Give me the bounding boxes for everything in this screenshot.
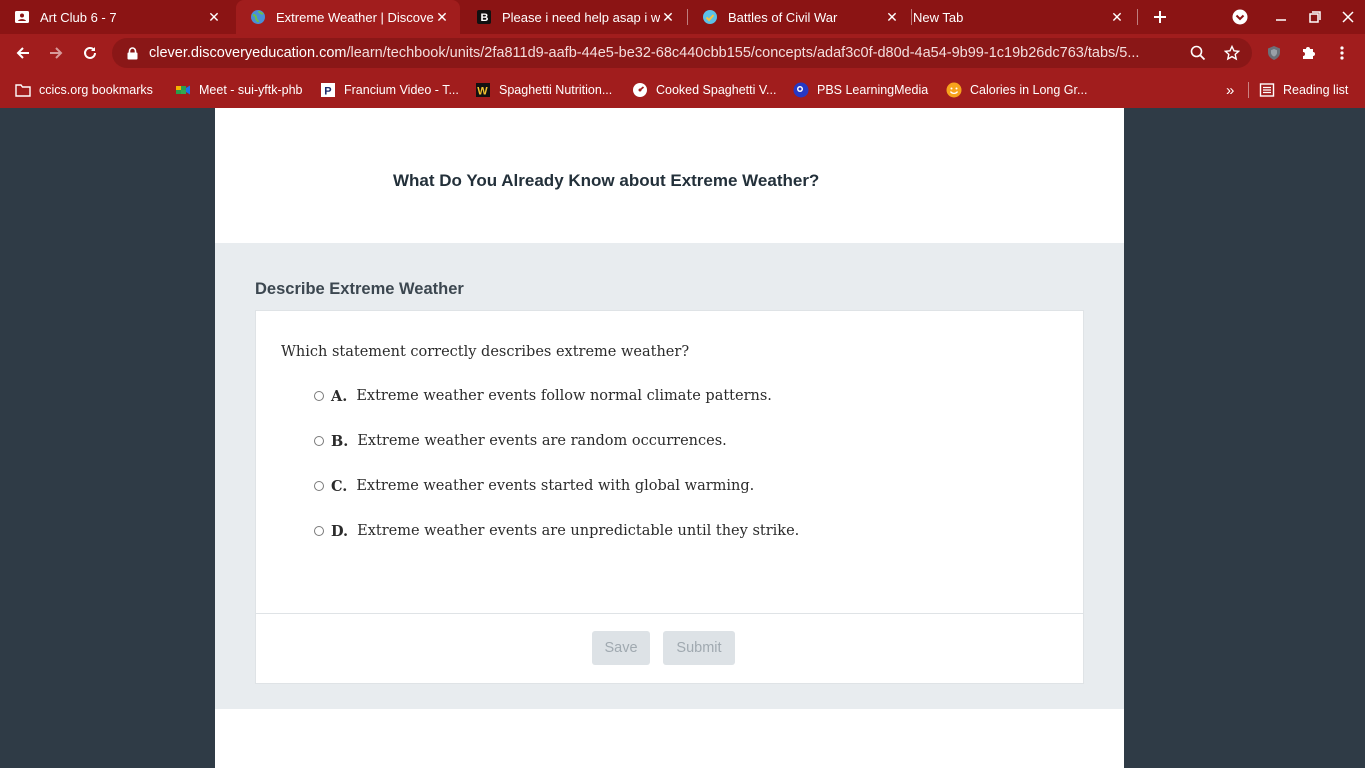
bookmarks-separator — [1248, 82, 1249, 98]
close-icon[interactable]: ✕ — [206, 9, 222, 25]
bookmark-meet[interactable]: Meet - sui-yftk-phb — [175, 80, 303, 100]
tab-title: Extreme Weather | Discovery — [276, 9, 434, 25]
w-logo-icon: W — [475, 82, 491, 98]
answer-choice-c[interactable]: C. Extreme weather events started with g… — [314, 476, 754, 496]
bookmark-label: Cooked Spaghetti V... — [656, 83, 777, 97]
restore-icon[interactable] — [1298, 0, 1332, 34]
choice-text: Extreme weather events started with glob… — [356, 478, 755, 494]
bookmark-calories[interactable]: Calories in Long Gr... — [946, 80, 1087, 100]
submit-button[interactable]: Submit — [663, 631, 735, 665]
new-tab-button[interactable] — [1143, 0, 1177, 34]
choice-text: Extreme weather events follow normal cli… — [356, 388, 772, 404]
address-bar[interactable]: clever.discoveryeducation.com/learn/tech… — [112, 38, 1252, 68]
reading-list-label: Reading list — [1283, 83, 1349, 97]
tab-title: Please i need help asap i will — [502, 9, 660, 25]
tab-title: Art Club 6 - 7 — [40, 9, 117, 25]
globe-icon — [250, 9, 266, 25]
answer-choice-d[interactable]: D. Extreme weather events are unpredicta… — [314, 521, 799, 541]
menu-kebab-icon[interactable] — [1327, 38, 1357, 68]
tab-civil-war[interactable]: Battles of Civil War ✕ — [688, 0, 910, 34]
svg-text:B: B — [481, 12, 489, 24]
choice-letter: C. — [331, 477, 348, 495]
tab-search-icon[interactable] — [1223, 0, 1257, 34]
bookmark-cooked-spaghetti[interactable]: Cooked Spaghetti V... — [632, 80, 776, 100]
close-icon[interactable]: ✕ — [434, 9, 450, 25]
speedometer-icon — [632, 82, 648, 98]
radio-button[interactable] — [314, 391, 324, 401]
tab-brainly[interactable]: B Please i need help asap i will ✕ — [462, 0, 686, 34]
tab-strip: Art Club 6 - 7 ✕ Extreme Weather | Disco… — [0, 0, 1365, 34]
tab-new-tab[interactable]: New Tab ✕ — [899, 0, 1135, 34]
url-text[interactable]: clever.discoveryeducation.com/learn/tech… — [149, 45, 1177, 61]
browser-toolbar: clever.discoveryeducation.com/learn/tech… — [0, 34, 1365, 72]
bookmark-label: Francium Video - T... — [344, 83, 459, 97]
page-content: What Do You Already Know about Extreme W… — [215, 108, 1124, 768]
next-section-panel — [215, 709, 1124, 768]
bookmark-label: Spaghetti Nutrition... — [499, 83, 613, 97]
choice-text: Extreme weather events are random occurr… — [357, 433, 727, 449]
shield-extension-icon[interactable] — [1259, 38, 1289, 68]
tab-extreme-weather[interactable]: Extreme Weather | Discovery ✕ — [236, 0, 460, 34]
close-icon[interactable]: ✕ — [1109, 9, 1125, 25]
bookmark-francium[interactable]: P Francium Video - T... — [320, 80, 459, 100]
tab-title: New Tab — [913, 9, 964, 25]
reading-list-icon — [1259, 82, 1275, 98]
radio-button[interactable] — [314, 436, 324, 446]
pbs-icon — [793, 82, 809, 98]
radio-button[interactable] — [314, 481, 324, 491]
classroom-icon — [14, 9, 30, 25]
choice-letter: B. — [331, 432, 349, 450]
meet-icon — [175, 82, 191, 98]
card-footer: Save Submit — [256, 613, 1083, 684]
save-button[interactable]: Save — [592, 631, 650, 665]
radio-button[interactable] — [314, 526, 324, 536]
svg-text:W: W — [477, 86, 488, 98]
svg-text:P: P — [324, 86, 331, 98]
extensions-puzzle-icon[interactable] — [1293, 38, 1323, 68]
tab-title: Battles of Civil War — [728, 9, 838, 25]
tab-separator — [1137, 9, 1138, 25]
choice-text: Extreme weather events are unpredictable… — [357, 523, 800, 539]
check-badge-icon — [702, 9, 718, 25]
p-logo-icon: P — [320, 82, 336, 98]
zoom-icon[interactable] — [1183, 38, 1213, 68]
url-host: clever.discoveryeducation.com — [149, 45, 347, 61]
tab-art-club[interactable]: Art Club 6 - 7 ✕ — [0, 0, 232, 34]
answer-choice-b[interactable]: B. Extreme weather events are random occ… — [314, 431, 727, 451]
overflow-chevron: » — [1226, 81, 1235, 99]
close-icon[interactable]: ✕ — [884, 9, 900, 25]
forward-arrow-icon[interactable] — [41, 38, 71, 68]
back-arrow-icon[interactable] — [8, 38, 38, 68]
url-path: /learn/techbook/units/2fa811d9-aafb-44e5… — [346, 45, 1140, 61]
bookmarks-bar: ccics.org bookmarks Meet - sui-yftk-phb … — [0, 72, 1365, 108]
section-title: Describe Extreme Weather — [255, 280, 464, 298]
question-card: Which statement correctly describes extr… — [255, 310, 1084, 684]
bookmark-ccics[interactable]: ccics.org bookmarks — [15, 80, 153, 100]
choice-letter: D. — [331, 522, 349, 540]
window-close-icon[interactable] — [1331, 0, 1365, 34]
answer-choice-a[interactable]: A. Extreme weather events follow normal … — [314, 386, 772, 406]
page-title: What Do You Already Know about Extreme W… — [393, 171, 820, 190]
smiley-icon — [946, 82, 962, 98]
page-header: What Do You Already Know about Extreme W… — [215, 108, 1124, 243]
bookmark-label: PBS LearningMedia — [817, 83, 929, 97]
reading-list-button[interactable]: Reading list — [1259, 80, 1348, 100]
bookmark-star-icon[interactable] — [1217, 38, 1247, 68]
minimize-icon[interactable] — [1264, 0, 1298, 34]
folder-icon — [15, 82, 31, 98]
lock-icon[interactable] — [126, 46, 138, 60]
close-icon[interactable]: ✕ — [660, 9, 676, 25]
bookmark-label: Calories in Long Gr... — [970, 83, 1088, 97]
choice-letter: A. — [331, 387, 348, 405]
question-text: Which statement correctly describes extr… — [281, 344, 690, 360]
bookmarks-overflow-button[interactable]: » — [1226, 80, 1234, 100]
bookmark-label: ccics.org bookmarks — [39, 83, 153, 97]
bookmark-pbs[interactable]: PBS LearningMedia — [793, 80, 928, 100]
bookmark-label: Meet - sui-yftk-phb — [199, 83, 303, 97]
bookmark-spaghetti-nutrition[interactable]: W Spaghetti Nutrition... — [475, 80, 612, 100]
reload-icon[interactable] — [75, 38, 105, 68]
brainly-icon: B — [476, 9, 492, 25]
